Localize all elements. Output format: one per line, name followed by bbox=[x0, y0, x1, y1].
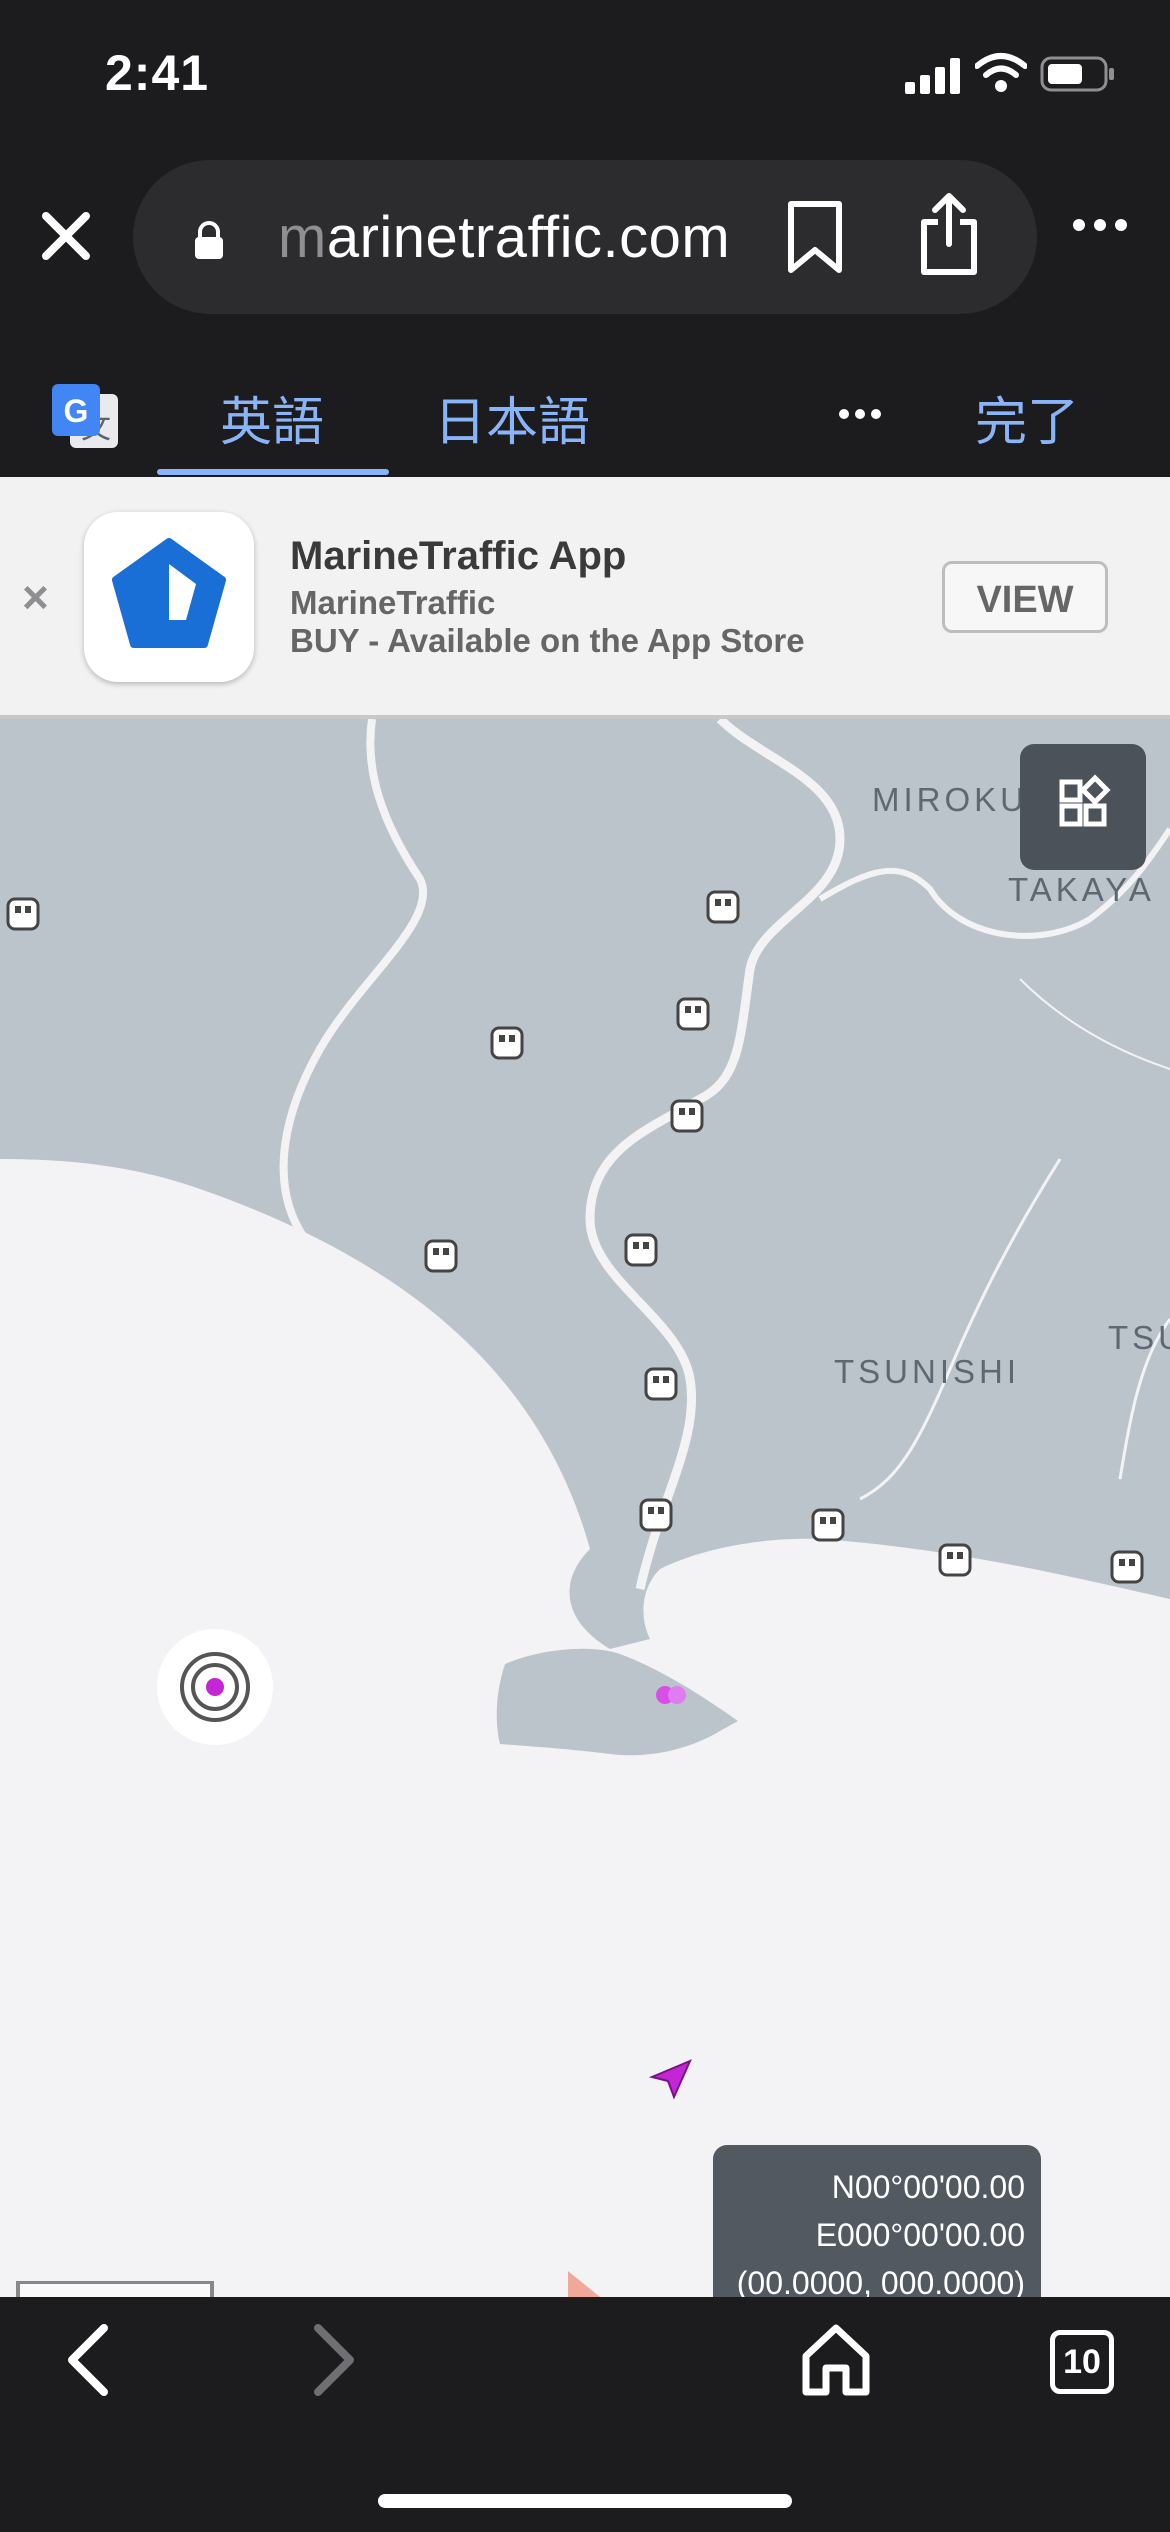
peninsula bbox=[496, 1648, 738, 1756]
back-arrow-icon[interactable] bbox=[60, 2322, 116, 2398]
more-options-icon[interactable] bbox=[1072, 218, 1128, 232]
marinetraffic-logo-icon bbox=[112, 538, 226, 648]
status-time: 2:41 bbox=[105, 45, 210, 101]
station-icon bbox=[938, 1543, 972, 1577]
station-icon bbox=[639, 1498, 673, 1532]
vessel-moored-icon[interactable] bbox=[656, 1686, 686, 1704]
close-icon[interactable] bbox=[30, 200, 102, 272]
map-layers-button[interactable] bbox=[1020, 744, 1146, 870]
svg-text:G: G bbox=[64, 393, 89, 429]
banner-close-button[interactable]: × bbox=[22, 570, 49, 624]
translate-more-icon[interactable] bbox=[838, 408, 882, 420]
view-app-button[interactable]: VIEW bbox=[942, 561, 1108, 633]
share-icon[interactable] bbox=[918, 192, 980, 276]
longitude-readout: E000°00'00.00 bbox=[815, 2217, 1025, 2253]
url-faded-part: m bbox=[278, 205, 327, 270]
active-tab-indicator bbox=[157, 469, 389, 475]
layers-icon bbox=[1059, 774, 1111, 827]
bookmark-icon[interactable] bbox=[785, 200, 845, 276]
place-label-tsunishi: TSUNISHI bbox=[834, 1353, 1021, 1390]
map-scale-bar bbox=[16, 2281, 214, 2297]
tabs-button[interactable]: 10 bbox=[1050, 2330, 1114, 2394]
place-label-takaya: TAKAYA bbox=[1008, 871, 1155, 908]
tab-source-language[interactable]: 英語 bbox=[220, 380, 324, 455]
forward-arrow-icon[interactable] bbox=[306, 2322, 362, 2398]
coordinates-panel: N00°00'00.00 E000°00'00.00 (00.0000, 000… bbox=[713, 2145, 1041, 2297]
location-target-icon[interactable] bbox=[157, 1629, 273, 1745]
url-main-part: arinetraffic.com bbox=[326, 205, 731, 270]
station-icon bbox=[670, 1099, 704, 1133]
google-translate-icon[interactable]: 文 G bbox=[50, 382, 120, 450]
vessel-arrow-icon[interactable] bbox=[648, 2059, 692, 2100]
home-indicator bbox=[378, 2494, 792, 2508]
latitude-readout: N00°00'00.00 bbox=[831, 2169, 1025, 2205]
cellular-signal-icon bbox=[905, 58, 960, 94]
map-canvas[interactable] bbox=[0, 719, 1170, 2297]
app-name: MarineTraffic App bbox=[290, 534, 627, 578]
app-icon bbox=[84, 512, 254, 682]
vessel-partial-icon[interactable] bbox=[568, 2271, 600, 2297]
translate-done-button[interactable]: 完了 bbox=[975, 380, 1079, 455]
app-availability: BUY - Available on the App Store bbox=[290, 622, 805, 659]
land-mass bbox=[0, 719, 1170, 1649]
decimal-readout: (00.0000, 000.0000) bbox=[736, 2265, 1025, 2297]
station-icon bbox=[624, 1233, 658, 1267]
place-label-miroku: MIROKU bbox=[872, 781, 1028, 818]
station-icon bbox=[490, 1026, 524, 1060]
station-icon bbox=[1110, 1550, 1144, 1584]
wifi-icon bbox=[975, 53, 1027, 92]
place-label-tsu: TSU bbox=[1108, 1319, 1170, 1356]
station-icon bbox=[644, 1367, 678, 1401]
station-icon bbox=[676, 997, 710, 1031]
station-icon bbox=[811, 1508, 845, 1542]
lock-icon bbox=[195, 221, 223, 259]
app-developer: MarineTraffic bbox=[290, 584, 496, 621]
tab-target-language[interactable]: 日本語 bbox=[434, 380, 590, 455]
station-icon bbox=[6, 897, 40, 931]
station-icon bbox=[424, 1239, 458, 1273]
url-text[interactable]: marinetraffic.com bbox=[278, 204, 730, 271]
map-view[interactable]: MIROKU TAKAYA TSUNISHI TSU N00°00'00.00 … bbox=[0, 719, 1170, 2297]
battery-icon bbox=[1040, 56, 1114, 92]
home-icon[interactable] bbox=[800, 2322, 872, 2398]
station-icon bbox=[706, 890, 740, 924]
